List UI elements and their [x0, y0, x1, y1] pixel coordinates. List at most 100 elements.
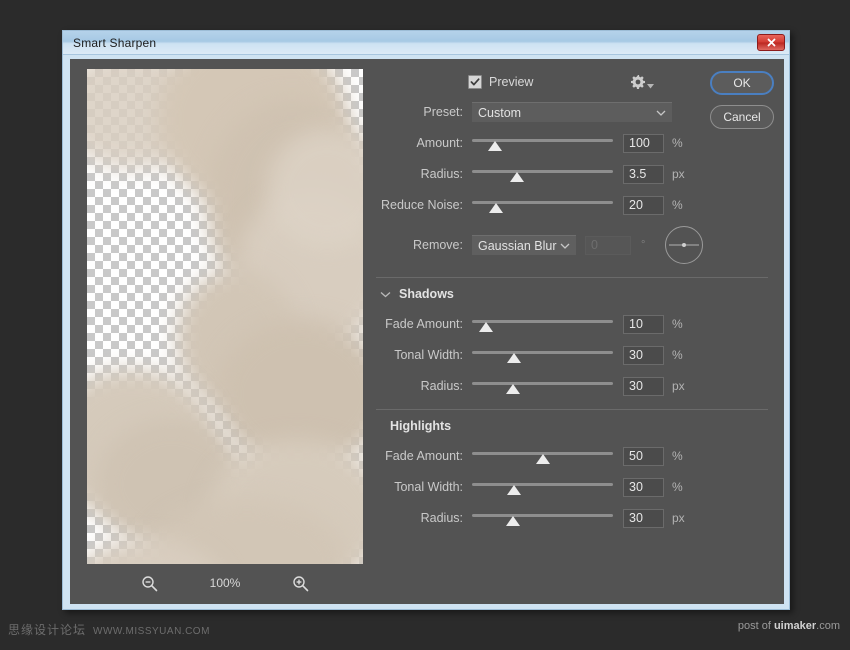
highlights-divider — [376, 409, 768, 410]
highlights-tonal-width-input[interactable]: 30 — [623, 478, 664, 497]
amount-label: Amount: — [376, 136, 472, 150]
slider-thumb[interactable] — [488, 141, 502, 151]
reduce-noise-slider[interactable] — [472, 197, 613, 213]
angle-dial-icon[interactable] — [665, 226, 703, 264]
slider-track — [472, 483, 613, 486]
dialog-title: Smart Sharpen — [73, 36, 156, 50]
remove-row: Remove: Gaussian Blur 0 ° — [376, 225, 772, 265]
shadows-tonal-width-slider[interactable] — [472, 347, 613, 363]
chevron-down-icon — [560, 242, 570, 249]
amount-input[interactable]: 100 — [623, 134, 664, 153]
checkbox-box — [468, 75, 482, 89]
amount-unit: % — [672, 136, 690, 150]
preview-checkbox[interactable]: Preview — [468, 75, 533, 89]
highlights-fade-amount-input[interactable]: 50 — [623, 447, 664, 466]
ok-button[interactable]: OK — [710, 71, 774, 95]
close-button[interactable] — [757, 34, 785, 51]
remove-dropdown[interactable]: Gaussian Blur — [472, 235, 576, 255]
shadows-radius-input[interactable]: 30 — [623, 377, 664, 396]
shadows-fade-amount-input[interactable]: 10 — [623, 315, 664, 334]
slider-thumb[interactable] — [510, 172, 524, 182]
slider-track — [472, 320, 613, 323]
zoom-level-label: 100% — [206, 576, 244, 590]
shadows-radius-unit: px — [672, 379, 690, 393]
reduce-noise-label: Reduce Noise: — [376, 198, 472, 212]
amount-row: Amount: 100 % — [376, 132, 772, 154]
zoom-controls: 100% — [87, 564, 363, 602]
magnifier-minus-icon[interactable] — [141, 575, 158, 592]
shadows-tonal-width-input[interactable]: 30 — [623, 346, 664, 365]
amount-slider[interactable] — [472, 135, 613, 151]
slider-thumb[interactable] — [507, 485, 521, 495]
highlights-tonal-width-row: Tonal Width: 30 % — [376, 476, 772, 498]
shadows-fade-amount-row: Fade Amount: 10 % — [376, 313, 772, 335]
highlights-radius-slider[interactable] — [472, 510, 613, 526]
watermark-right-brand: uimaker — [774, 620, 816, 632]
highlights-tonal-width-slider[interactable] — [472, 479, 613, 495]
slider-thumb[interactable] — [536, 454, 550, 464]
watermark-url: WWW.MISSYUAN.COM — [93, 626, 210, 637]
shadows-fade-amount-label: Fade Amount: — [376, 317, 472, 331]
shadows-radius-row: Radius: 30 px — [376, 375, 772, 397]
watermark-right-suffix: .com — [816, 620, 840, 632]
reduce-noise-unit: % — [672, 198, 690, 212]
dialog-titlebar[interactable]: Smart Sharpen — [63, 31, 789, 55]
watermark-left: 思缘设计论坛 WWW.MISSYUAN.COM — [8, 621, 210, 638]
reduce-noise-input[interactable]: 20 — [623, 196, 664, 215]
preview-pane: 100% — [70, 59, 370, 604]
close-x-icon — [767, 38, 776, 47]
slider-track — [472, 514, 613, 517]
dialog-action-buttons: OK Cancel — [710, 71, 774, 129]
slider-thumb[interactable] — [506, 516, 520, 526]
shadows-tonal-width-row: Tonal Width: 30 % — [376, 344, 772, 366]
shadows-title: Shadows — [399, 287, 454, 301]
chevron-down-icon — [656, 109, 666, 116]
highlights-radius-input[interactable]: 30 — [623, 509, 664, 528]
slider-track — [472, 382, 613, 385]
highlights-fade-amount-row: Fade Amount: 50 % — [376, 445, 772, 467]
highlights-title: Highlights — [390, 419, 451, 433]
shadows-fade-amount-unit: % — [672, 317, 690, 331]
preset-label: Preset: — [376, 105, 472, 119]
smart-sharpen-dialog: Smart Sharpen — [62, 30, 790, 610]
radius-slider[interactable] — [472, 166, 613, 182]
radius-unit: px — [672, 167, 690, 181]
cancel-button[interactable]: Cancel — [710, 105, 774, 129]
magnifier-plus-icon[interactable] — [292, 575, 309, 592]
chevron-down-icon — [380, 291, 391, 298]
highlights-tonal-width-unit: % — [672, 480, 690, 494]
highlights-fade-amount-label: Fade Amount: — [376, 449, 472, 463]
checkmark-icon — [470, 77, 480, 87]
highlights-section-header[interactable]: Highlights — [390, 413, 772, 439]
reduce-noise-row: Reduce Noise: 20 % — [376, 194, 772, 216]
remove-label: Remove: — [376, 238, 472, 252]
shadows-radius-slider[interactable] — [472, 378, 613, 394]
shadows-divider — [376, 277, 768, 278]
slider-thumb[interactable] — [479, 322, 493, 332]
shadows-tonal-width-unit: % — [672, 348, 690, 362]
dial-hub — [682, 243, 686, 247]
slider-thumb[interactable] — [506, 384, 520, 394]
gear-dropdown-arrow-icon — [647, 84, 654, 89]
remove-value: Gaussian Blur — [478, 239, 557, 253]
preset-dropdown[interactable]: Custom — [472, 102, 672, 122]
angle-unit: ° — [641, 239, 651, 251]
slider-thumb[interactable] — [489, 203, 503, 213]
radius-row: Radius: 3.5 px — [376, 163, 772, 185]
radius-input[interactable]: 3.5 — [623, 165, 664, 184]
highlights-fade-amount-slider[interactable] — [472, 448, 613, 464]
image-preview-canvas[interactable] — [87, 69, 363, 564]
shadows-section-header[interactable]: Shadows — [380, 281, 772, 307]
radius-label: Radius: — [376, 167, 472, 181]
preset-value: Custom — [478, 106, 521, 120]
gear-icon[interactable] — [630, 74, 654, 90]
shadows-fade-amount-slider[interactable] — [472, 316, 613, 332]
shadows-tonal-width-label: Tonal Width: — [376, 348, 472, 362]
slider-track — [472, 351, 613, 354]
highlights-radius-unit: px — [672, 511, 690, 525]
watermark-chinese-text: 思缘设计论坛 — [8, 621, 86, 638]
shadows-radius-label: Radius: — [376, 379, 472, 393]
slider-thumb[interactable] — [507, 353, 521, 363]
highlights-fade-amount-unit: % — [672, 449, 690, 463]
preview-label: Preview — [489, 75, 533, 89]
